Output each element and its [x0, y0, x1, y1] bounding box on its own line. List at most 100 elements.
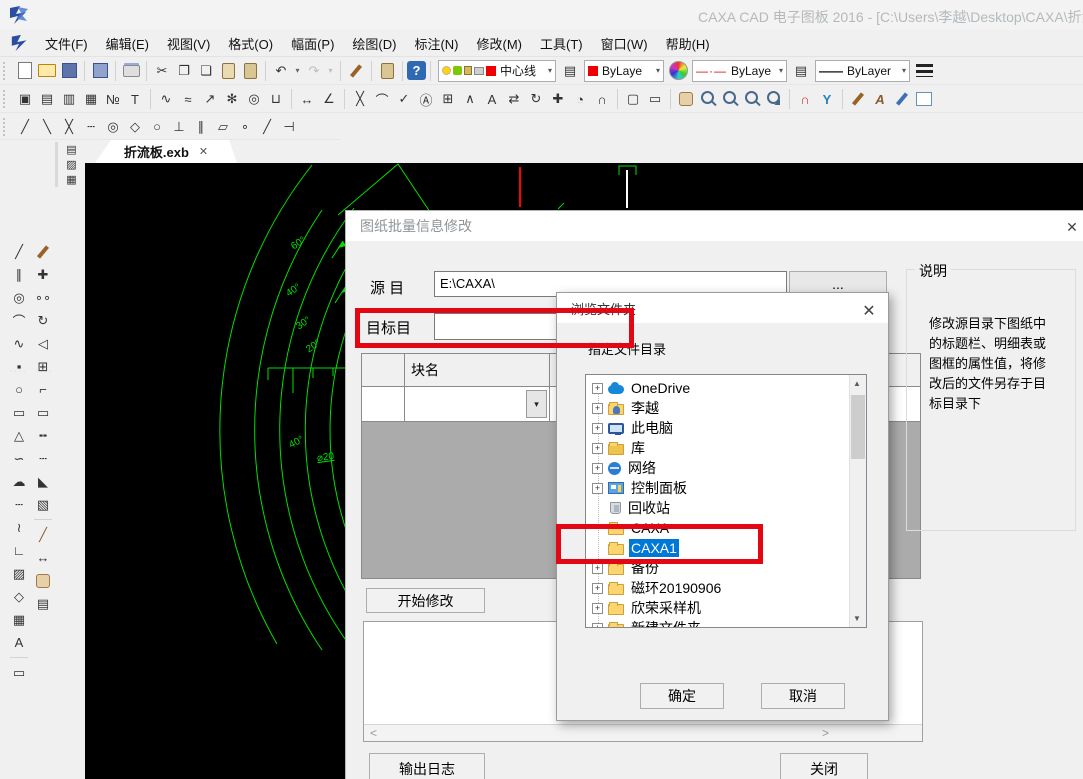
lineweight-combo[interactable]: —— ByLayer ▾: [815, 60, 910, 82]
ole-object-icon[interactable]: ▭: [8, 661, 30, 684]
cloud-line-icon[interactable]: ☁: [8, 470, 30, 493]
swap-text-icon[interactable]: ⇄: [503, 89, 525, 110]
scroll-right-icon[interactable]: >: [822, 726, 829, 740]
roughness-symbol-icon[interactable]: ◎: [243, 89, 265, 110]
cell-dropdown-button[interactable]: ▾: [526, 390, 547, 418]
line-icon[interactable]: ╱: [8, 240, 30, 263]
array-icon[interactable]: ⊞: [32, 355, 54, 378]
serial-number-icon[interactable]: №: [102, 89, 124, 110]
expand-icon[interactable]: +: [592, 463, 603, 474]
corner-icon[interactable]: ⌐: [32, 378, 54, 401]
color-palette-icon[interactable]: [667, 60, 689, 81]
display-window-icon[interactable]: ▢: [622, 89, 644, 110]
menu-format[interactable]: 格式(O): [219, 31, 282, 56]
close-icon[interactable]: ✕: [860, 301, 878, 321]
format-brush-icon[interactable]: [345, 60, 367, 81]
axis-icon[interactable]: ∟: [8, 539, 30, 562]
save-icon[interactable]: [58, 60, 80, 81]
copy-icon[interactable]: ❐: [173, 60, 195, 81]
tangent-line-icon[interactable]: ╱: [256, 116, 278, 137]
gear-icon[interactable]: ✻: [221, 89, 243, 110]
ole-paste-icon[interactable]: [376, 60, 398, 81]
menu-edit[interactable]: 编辑(E): [97, 31, 158, 56]
rounded-rect-icon[interactable]: ▱: [212, 116, 234, 137]
polyline-icon[interactable]: ╲: [36, 116, 58, 137]
dimension-span-icon[interactable]: ↔: [32, 546, 54, 569]
toolbar-grip[interactable]: [3, 62, 10, 80]
parallel-line-icon[interactable]: ∥: [190, 116, 212, 137]
menu-view[interactable]: 视图(V): [158, 31, 219, 56]
frame-fill-icon[interactable]: ▣: [14, 89, 36, 110]
menu-file[interactable]: 文件(F): [36, 31, 97, 56]
trim-icon[interactable]: ┄: [32, 447, 54, 470]
open-file-icon[interactable]: [36, 60, 58, 81]
pan-icon[interactable]: [675, 89, 697, 110]
ellipse-icon[interactable]: ○: [8, 378, 30, 401]
copy-basepoint-icon[interactable]: ❏: [195, 60, 217, 81]
rotate-text-icon[interactable]: ↻: [525, 89, 547, 110]
circle-icon[interactable]: ○: [146, 116, 168, 137]
slope-symbol-icon[interactable]: ╳: [349, 89, 371, 110]
tree-item-user[interactable]: + 李越: [586, 398, 848, 418]
copy-objects-icon[interactable]: ∘∘: [32, 286, 54, 309]
check-mark-icon[interactable]: ✓: [393, 89, 415, 110]
snap-off-icon[interactable]: ⊣: [278, 116, 300, 137]
chevron-down-icon[interactable]: ▾: [774, 66, 783, 75]
tree-item-recyclebin[interactable]: 回收站: [586, 498, 848, 518]
scrollbar-thumb[interactable]: [851, 395, 865, 459]
zoom-previous-icon[interactable]: [741, 89, 763, 110]
scroll-left-icon[interactable]: <: [370, 726, 377, 740]
text-annotation-icon[interactable]: Ⓐ: [415, 89, 437, 110]
zoom-in-icon[interactable]: [697, 89, 719, 110]
circle-with-center-icon[interactable]: ◎: [102, 116, 124, 137]
tolerance-dimension-icon[interactable]: ⊞: [437, 89, 459, 110]
layer-combo[interactable]: 中心线 ▾: [438, 60, 556, 82]
break-icon[interactable]: ╍: [32, 424, 54, 447]
insert-table-icon[interactable]: ▦: [8, 608, 30, 631]
color-combo[interactable]: ByLaye ▾: [584, 60, 664, 82]
expand-icon[interactable]: +: [592, 623, 603, 629]
menu-window[interactable]: 窗口(W): [592, 31, 657, 56]
cancel-button[interactable]: 取消: [761, 683, 845, 709]
toolbar-grip[interactable]: [3, 118, 10, 136]
bom-table-icon[interactable]: ▦: [80, 89, 102, 110]
arc-symbol-icon[interactable]: ∩: [591, 89, 613, 110]
dimension-pen-icon[interactable]: ╱: [32, 523, 54, 546]
tab-document[interactable]: 折流板.exb ✕: [95, 140, 237, 163]
ok-button[interactable]: 确定: [640, 683, 724, 709]
save-part-icon[interactable]: [89, 60, 111, 81]
dialog-titlebar[interactable]: 图纸批量信息修改: [346, 211, 1083, 241]
linear-dimension-icon[interactable]: ↔: [296, 89, 318, 110]
bom-edit-icon[interactable]: T: [124, 89, 146, 110]
circle-icon[interactable]: ◎: [8, 286, 30, 309]
scroll-up-icon[interactable]: ▲: [853, 379, 861, 388]
tree-scrollbar[interactable]: ▲ ▼: [849, 375, 866, 627]
hatch-mini-icon[interactable]: ▨: [61, 157, 83, 172]
tree-item-thispc[interactable]: + 此电脑: [586, 418, 848, 438]
double-break-line-icon[interactable]: ≈: [177, 89, 199, 110]
zoom-window-icon[interactable]: [719, 89, 741, 110]
eraser-icon[interactable]: [32, 240, 54, 263]
polygon-icon[interactable]: △: [8, 424, 30, 447]
text-icon[interactable]: A: [481, 89, 503, 110]
spline-icon[interactable]: ∿: [8, 332, 30, 355]
arc-dimension-icon[interactable]: ⌒: [371, 89, 393, 110]
expand-icon[interactable]: +: [592, 603, 603, 614]
expand-icon[interactable]: +: [592, 423, 603, 434]
frame-mini-icon[interactable]: ▦: [61, 172, 83, 187]
center-line-icon[interactable]: ┄: [80, 116, 102, 137]
s-curve-icon[interactable]: ∽: [8, 447, 30, 470]
linetype-settings-icon[interactable]: ▤: [790, 60, 812, 81]
insert-title-icon[interactable]: ▤: [61, 142, 83, 157]
toolbar-grip[interactable]: [3, 90, 10, 108]
document-edit-icon[interactable]: [913, 89, 935, 110]
expand-icon[interactable]: +: [592, 443, 603, 454]
point-icon[interactable]: ▪: [8, 355, 30, 378]
cross-line-icon[interactable]: ╳: [58, 116, 80, 137]
cut-icon[interactable]: ✂: [151, 60, 173, 81]
menu-help[interactable]: 帮助(H): [657, 31, 719, 56]
close-icon[interactable]: ✕: [1063, 219, 1081, 236]
text-tool-icon[interactable]: A: [8, 631, 30, 654]
expand-icon[interactable]: +: [592, 583, 603, 594]
output-log-button[interactable]: 输出日志: [369, 753, 485, 779]
